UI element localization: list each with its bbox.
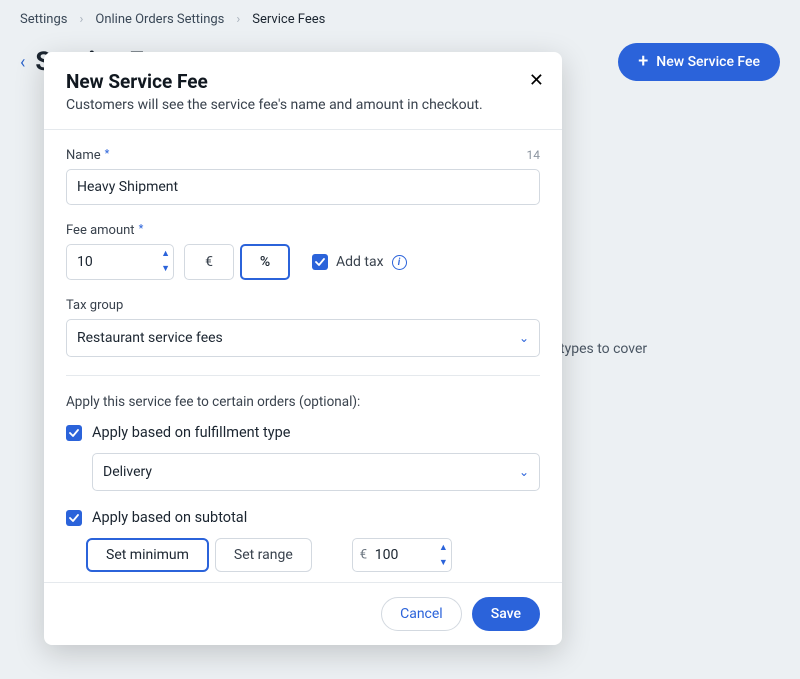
breadcrumb: Settings › Online Orders Settings › Serv… xyxy=(20,12,780,27)
set-minimum-button[interactable]: Set minimum xyxy=(86,538,209,572)
fee-amount-stepper[interactable]: ▲ ▼ xyxy=(66,244,174,280)
fee-unit-percent-button[interactable]: % xyxy=(240,244,290,280)
new-service-fee-button[interactable]: + New Service Fee xyxy=(618,43,780,81)
divider xyxy=(66,375,540,376)
tax-group-label: Tax group xyxy=(66,298,540,313)
plus-icon: + xyxy=(638,53,648,71)
breadcrumb-service-fees: Service Fees xyxy=(252,12,325,27)
stepper-down-icon[interactable]: ▼ xyxy=(439,555,448,570)
apply-fulfillment-label: Apply based on fulfillment type xyxy=(92,424,290,441)
apply-fulfillment-checkbox[interactable] xyxy=(66,425,82,441)
breadcrumb-online-orders[interactable]: Online Orders Settings xyxy=(95,12,224,27)
stepper-down-icon[interactable]: ▼ xyxy=(161,261,170,276)
back-icon[interactable]: ‹ xyxy=(20,52,25,73)
modal-title: New Service Fee xyxy=(66,70,540,93)
cancel-button[interactable]: Cancel xyxy=(381,597,462,631)
fulfillment-type-value: Delivery xyxy=(103,464,152,480)
apply-subtotal-label: Apply based on subtotal xyxy=(92,509,247,526)
fee-unit-currency-button[interactable]: € xyxy=(184,244,234,280)
tax-group-value: Restaurant service fees xyxy=(77,330,223,346)
add-tax-checkbox[interactable] xyxy=(312,254,328,270)
tax-group-select[interactable]: Restaurant service fees ⌄ xyxy=(66,319,540,357)
chevron-down-icon: ⌄ xyxy=(519,331,529,345)
breadcrumb-settings[interactable]: Settings xyxy=(20,12,67,27)
stepper-up-icon[interactable]: ▲ xyxy=(161,246,170,261)
new-service-fee-modal: New Service Fee Customers will see the s… xyxy=(44,52,562,645)
fee-amount-input[interactable] xyxy=(66,244,174,280)
info-icon[interactable]: i xyxy=(392,255,407,270)
page-body-text: types to cover xyxy=(560,341,780,357)
name-label: Name* xyxy=(66,148,109,163)
modal-subtitle: Customers will see the service fee's nam… xyxy=(66,97,540,113)
close-icon[interactable]: ✕ xyxy=(529,70,544,91)
set-range-button[interactable]: Set range xyxy=(215,538,312,572)
minimum-amount-stepper[interactable]: € ▲ ▼ xyxy=(352,538,452,572)
name-input[interactable] xyxy=(66,169,540,205)
stepper-up-icon[interactable]: ▲ xyxy=(439,540,448,555)
chevron-down-icon: ⌄ xyxy=(519,465,529,479)
save-button[interactable]: Save xyxy=(472,597,540,631)
name-char-counter: 14 xyxy=(527,148,541,162)
add-tax-label: Add tax xyxy=(336,254,384,270)
chevron-right-icon: › xyxy=(79,12,83,27)
apply-section-label: Apply this service fee to certain orders… xyxy=(66,394,540,410)
fulfillment-type-select[interactable]: Delivery ⌄ xyxy=(92,453,540,491)
modal-footer: Cancel Save xyxy=(44,582,562,645)
apply-subtotal-checkbox[interactable] xyxy=(66,510,82,526)
fee-amount-label: Fee amount* xyxy=(66,223,143,238)
currency-symbol: € xyxy=(360,548,367,563)
chevron-right-icon: › xyxy=(236,12,240,27)
new-service-fee-label: New Service Fee xyxy=(656,54,760,70)
